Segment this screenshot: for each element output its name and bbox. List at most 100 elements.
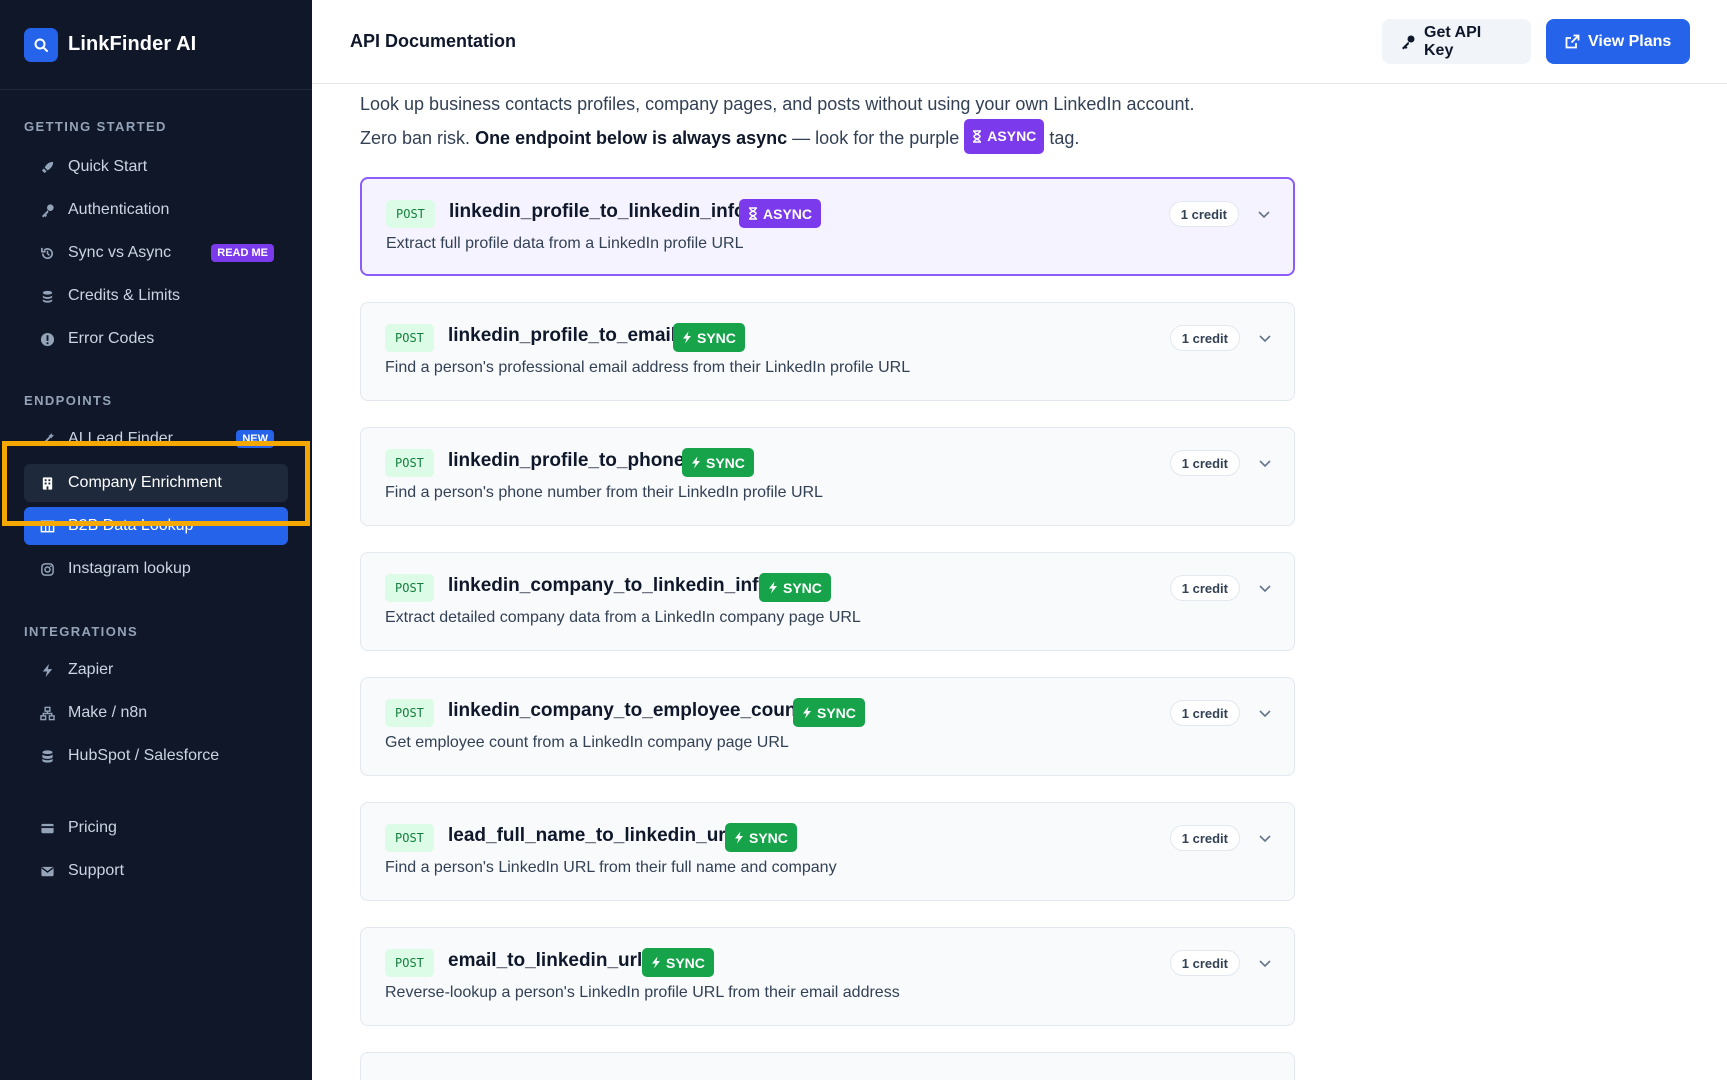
method-badge: POST	[385, 699, 434, 727]
chevron-down-icon[interactable]	[1257, 207, 1271, 226]
intro-segment: Zero ban risk.	[360, 128, 471, 148]
chevron-down-icon[interactable]	[1258, 331, 1272, 350]
section-title-getting-started: GETTING STARTED	[24, 119, 167, 134]
credit-badge: 1 credit	[1169, 325, 1240, 351]
sidebar-item-label: Zapier	[68, 661, 114, 678]
hourglass-icon	[749, 207, 757, 220]
credit-badge: 1 credit	[1168, 201, 1239, 227]
endpoint-card[interactable]: POST linkedin_profile_to_email SYNC Find…	[360, 302, 1295, 401]
bolt-icon	[769, 581, 777, 594]
method-badge: POST	[386, 200, 435, 228]
bolt-icon	[692, 456, 700, 469]
method-badge: POST	[385, 324, 434, 352]
sidebar-item-label: Authentication	[68, 201, 170, 218]
endpoint-name: linkedin_profile_to_email	[448, 325, 677, 346]
history-icon	[38, 244, 56, 262]
sidebar-item-label: Error Codes	[68, 330, 155, 347]
intro-segment: — look for the purple	[792, 128, 960, 148]
bolt-icon	[683, 331, 691, 344]
intro-bold: One endpoint below is always async	[475, 128, 788, 148]
mode-label: SYNC	[697, 329, 736, 346]
chevron-down-icon[interactable]	[1258, 456, 1272, 475]
mode-label: ASYNC	[763, 205, 813, 222]
sidebar-item-quick-start[interactable]: Quick Start	[24, 148, 288, 186]
endpoint-description: Find a person's professional email addre…	[385, 359, 911, 376]
bolt-icon	[735, 831, 743, 844]
sidebar-item-b2b-data-lookup[interactable]: B2B Data Lookup	[24, 507, 288, 545]
endpoint-name: linkedin_profile_to_phone	[448, 450, 685, 471]
chevron-down-icon[interactable]	[1258, 581, 1272, 600]
sidebar-item-make-n8n[interactable]: Make / n8n	[24, 694, 288, 732]
mode-label: SYNC	[749, 829, 788, 846]
endpoint-card-partial[interactable]	[360, 1052, 1295, 1080]
sidebar-item-label: HubSpot / Salesforce	[68, 747, 220, 764]
database-icon	[38, 747, 56, 765]
topbar: API Documentation Get API Key View Plans	[312, 0, 1727, 84]
sidebar-item-ai-lead-finder[interactable]: AI Lead Finder NEW	[24, 420, 288, 458]
view-plans-button[interactable]: View Plans	[1546, 19, 1690, 64]
endpoint-name: linkedin_profile_to_linkedin_info	[449, 201, 746, 222]
mode-label: SYNC	[783, 579, 822, 596]
envelope-icon	[38, 862, 56, 880]
network-icon	[38, 704, 56, 722]
sidebar: LinkFinder AI GETTING STARTED Quick Star…	[0, 0, 312, 1080]
sidebar-item-authentication[interactable]: Authentication	[24, 191, 288, 229]
endpoint-name: lead_full_name_to_linkedin_url	[448, 825, 731, 846]
endpoint-description: Find a person's phone number from their …	[385, 484, 823, 501]
async-tag-label: ASYNC	[987, 128, 1037, 144]
credit-badge: 1 credit	[1169, 950, 1240, 976]
sidebar-item-label: B2B Data Lookup	[68, 517, 194, 534]
bolt-icon	[38, 661, 56, 679]
key-icon	[1400, 34, 1416, 50]
method-badge: POST	[385, 949, 434, 977]
async-tag: ASYNC	[964, 119, 1045, 154]
sidebar-item-zapier[interactable]: Zapier	[24, 651, 288, 689]
brand[interactable]: LinkFinder AI	[0, 0, 312, 90]
endpoint-card[interactable]: POST linkedin_company_to_employee_count …	[360, 677, 1295, 776]
sidebar-item-support[interactable]: Support	[24, 852, 288, 890]
bolt-icon	[803, 706, 811, 719]
endpoint-card[interactable]: POST lead_full_name_to_linkedin_url SYNC…	[360, 802, 1295, 901]
page-title: API Documentation	[350, 31, 517, 51]
new-badge: NEW	[236, 430, 274, 448]
read-me-badge: READ ME	[211, 244, 274, 262]
endpoint-name: email_to_linkedin_url	[448, 950, 643, 971]
intro-segment: tag.	[1049, 128, 1080, 148]
view-plans-label: View Plans	[1588, 32, 1672, 50]
async-badge: ASYNC	[739, 199, 822, 228]
sidebar-item-sync-vs-async[interactable]: Sync vs Async READ ME	[24, 234, 288, 272]
endpoint-card[interactable]: POST linkedin_profile_to_phone SYNC Find…	[360, 427, 1295, 526]
sync-badge: SYNC	[682, 448, 754, 477]
chevron-down-icon[interactable]	[1258, 956, 1272, 975]
sidebar-item-instagram-lookup[interactable]: Instagram lookup	[24, 550, 288, 588]
building-icon	[38, 474, 56, 492]
hourglass-icon	[973, 130, 982, 143]
alert-icon	[38, 330, 56, 348]
credit-badge: 1 credit	[1169, 450, 1240, 476]
table-icon	[38, 517, 56, 535]
method-badge: POST	[385, 449, 434, 477]
intro-line-1: Look up business contacts profiles, comp…	[360, 94, 1195, 114]
sidebar-item-credits-limits[interactable]: Credits & Limits	[24, 277, 288, 315]
sidebar-item-error-codes[interactable]: Error Codes	[24, 320, 288, 358]
endpoint-description: Extract detailed company data from a Lin…	[385, 609, 861, 626]
brand-name: LinkFinder AI	[68, 33, 197, 55]
sidebar-item-label: Sync vs Async	[68, 244, 172, 261]
get-api-key-button[interactable]: Get API Key	[1382, 19, 1531, 64]
endpoint-card[interactable]: POST email_to_linkedin_url SYNC Reverse-…	[360, 927, 1295, 1026]
sidebar-item-label: Support	[68, 862, 125, 879]
chevron-down-icon[interactable]	[1258, 831, 1272, 850]
endpoint-name: linkedin_company_to_employee_count	[448, 700, 803, 721]
endpoint-card[interactable]: POST linkedin_profile_to_linkedin_info A…	[360, 177, 1295, 276]
sidebar-item-label: Company Enrichment	[68, 474, 222, 491]
chevron-down-icon[interactable]	[1258, 706, 1272, 725]
credit-badge: 1 credit	[1169, 825, 1240, 851]
sidebar-item-hubspot-salesforce[interactable]: HubSpot / Salesforce	[24, 737, 288, 775]
sync-badge: SYNC	[642, 948, 714, 977]
sidebar-item-pricing[interactable]: Pricing	[24, 809, 288, 847]
credit-badge: 1 credit	[1169, 575, 1240, 601]
sidebar-item-company-enrichment[interactable]: Company Enrichment	[24, 464, 288, 502]
endpoint-card[interactable]: POST linkedin_company_to_linkedin_info S…	[360, 552, 1295, 651]
coins-icon	[38, 287, 56, 305]
sync-badge: SYNC	[759, 573, 831, 602]
